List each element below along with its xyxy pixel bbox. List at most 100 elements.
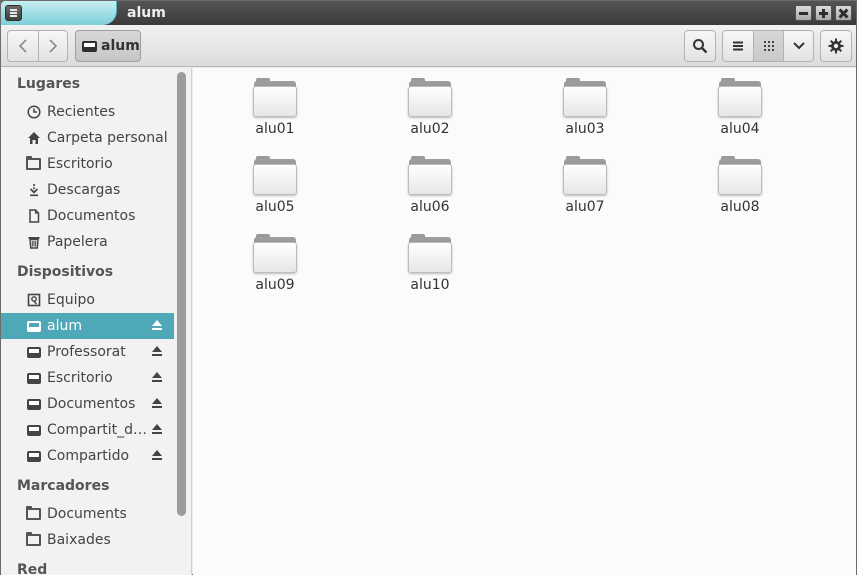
sidebar-item-trash[interactable]: Papelera: [1, 229, 174, 255]
minimize-button[interactable]: [795, 5, 812, 21]
folder-icon: [563, 156, 607, 197]
eject-icon[interactable]: [151, 398, 163, 410]
folder-name: alu07: [565, 199, 605, 215]
gear-icon: [828, 38, 844, 54]
folder-item[interactable]: alu06: [380, 146, 480, 216]
sidebar-item-label: Escritorio: [47, 370, 113, 386]
folder-icon: [26, 532, 41, 548]
home-icon: [26, 131, 41, 146]
settings-button[interactable]: [820, 30, 852, 62]
sidebar-item-label: Documentos: [47, 208, 136, 224]
window-title: alum: [127, 5, 166, 21]
folder-name: alu02: [410, 121, 450, 137]
folder-name: alu08: [720, 199, 760, 215]
grid-view-button[interactable]: [753, 30, 783, 62]
drive-icon: [82, 40, 97, 52]
title-bar[interactable]: alum: [1, 1, 856, 25]
folder-item[interactable]: alu10: [380, 224, 480, 294]
sidebar-scrollbar[interactable]: [177, 72, 186, 516]
folder-icon: [253, 234, 297, 275]
file-manager-window: alum alum Lugares Recientes Carpeta pers…: [0, 0, 857, 575]
sidebar-item-label: Escritorio: [47, 156, 113, 172]
eject-icon[interactable]: [151, 320, 163, 332]
eject-icon[interactable]: [151, 372, 163, 384]
sidebar-item-documents[interactable]: Documentos: [1, 203, 174, 229]
drive-icon: [26, 345, 41, 360]
back-button[interactable]: [7, 30, 38, 62]
file-view[interactable]: alu01 alu02 alu03 alu04 alu05 alu06 alu0…: [193, 68, 856, 575]
sidebar-item-desktop[interactable]: Escritorio: [1, 151, 174, 177]
sidebar-item-computer[interactable]: Equipo: [1, 287, 174, 313]
folder-item[interactable]: alu04: [690, 68, 790, 138]
header-bar: alum: [1, 25, 856, 67]
document-icon: [26, 209, 41, 224]
computer-icon: [26, 293, 41, 308]
close-button[interactable]: [835, 5, 852, 21]
folder-item[interactable]: alu05: [225, 146, 325, 216]
sidebar-item-escritorio-drive[interactable]: Escritorio: [1, 365, 174, 391]
folder-name: alu05: [255, 199, 295, 215]
section-network: Red: [17, 562, 48, 575]
folder-item[interactable]: alu08: [690, 146, 790, 216]
sidebar-item-bookmark-baixades[interactable]: Baixades: [1, 527, 174, 553]
folder-name: alu04: [720, 121, 760, 137]
folder-name: alu01: [255, 121, 295, 137]
app-menu-button[interactable]: [5, 5, 22, 21]
sidebar-item-downloads[interactable]: Descargas: [1, 177, 174, 203]
folder-item[interactable]: alu07: [535, 146, 635, 216]
trash-icon: [26, 235, 41, 250]
list-icon: [733, 41, 743, 51]
forward-button[interactable]: [38, 30, 68, 62]
folder-item[interactable]: alu03: [535, 68, 635, 138]
drive-icon: [26, 319, 41, 334]
sidebar-item-bookmark-documents[interactable]: Documents: [1, 501, 174, 527]
app-tab: [1, 1, 117, 25]
path-bar-button[interactable]: alum: [75, 30, 141, 62]
list-view-button[interactable]: [722, 30, 753, 62]
grid-icon: [763, 41, 774, 51]
chevron-right-icon: [49, 39, 58, 53]
section-bookmarks: Marcadores: [17, 478, 110, 494]
folder-item[interactable]: alu09: [225, 224, 325, 294]
sidebar-item-compartido[interactable]: Compartido: [1, 443, 174, 469]
sidebar-item-label: Recientes: [47, 104, 116, 120]
sidebar-item-label: Compartido: [47, 448, 130, 464]
chevron-down-icon: [792, 42, 805, 50]
eject-icon[interactable]: [151, 450, 163, 462]
sidebar-item-alum[interactable]: alum: [1, 313, 174, 339]
sidebar-item-documentos-drive[interactable]: Documentos: [1, 391, 174, 417]
drive-icon: [26, 371, 41, 386]
sidebar-item-label: Documentos: [47, 396, 136, 412]
sidebar-item-label: Equipo: [47, 292, 95, 308]
sidebar-item-label: Carpeta personal: [47, 130, 168, 146]
maximize-button[interactable]: [815, 5, 832, 21]
sidebar-item-compartit[interactable]: Compartit_d…: [1, 417, 174, 443]
folder-item[interactable]: alu02: [380, 68, 480, 138]
eject-icon[interactable]: [151, 346, 163, 358]
folder-icon: [253, 156, 297, 197]
menu-line-icon: [10, 15, 17, 17]
view-options-button[interactable]: [783, 30, 814, 62]
search-icon: [693, 39, 708, 54]
folder-icon: [408, 234, 452, 275]
folder-icon: [563, 78, 607, 119]
sidebar: Lugares Recientes Carpeta personal Escri…: [1, 68, 192, 575]
eject-icon[interactable]: [151, 424, 163, 436]
folder-name: alu03: [565, 121, 605, 137]
sidebar-item-recent[interactable]: Recientes: [1, 99, 174, 125]
folder-item[interactable]: alu01: [225, 68, 325, 138]
folder-icon: [718, 78, 762, 119]
sidebar-item-label: alum: [47, 318, 82, 334]
search-button[interactable]: [684, 30, 716, 62]
sidebar-item-professorat[interactable]: Professorat: [1, 339, 174, 365]
sidebar-item-label: Papelera: [47, 234, 108, 250]
folder-icon: [408, 78, 452, 119]
sidebar-item-label: Documents: [47, 506, 127, 522]
drive-icon: [26, 449, 41, 464]
folder-icon: [26, 506, 41, 522]
sidebar-item-label: Baixades: [47, 532, 111, 548]
sidebar-item-label: Professorat: [47, 344, 126, 360]
sidebar-item-home[interactable]: Carpeta personal: [1, 125, 174, 151]
chevron-left-icon: [18, 39, 27, 53]
window-controls: [795, 5, 852, 21]
